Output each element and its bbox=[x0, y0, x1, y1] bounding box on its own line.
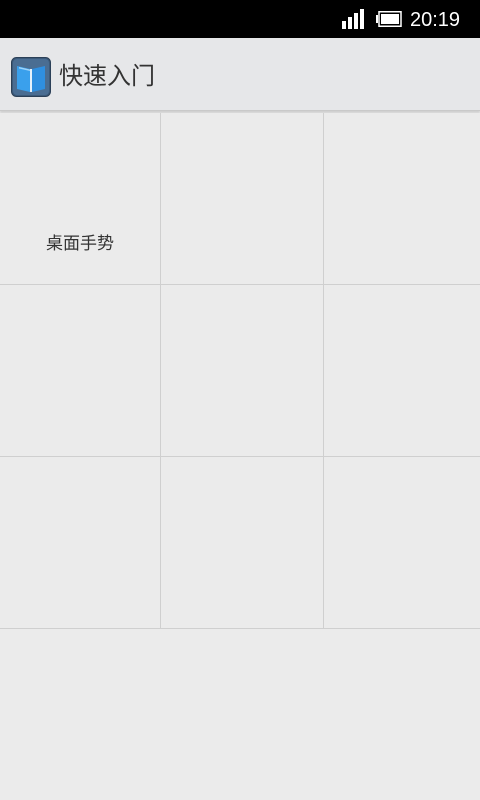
status-bar: 20:19 bbox=[0, 0, 480, 38]
grid-cell[interactable] bbox=[161, 285, 323, 456]
grid-divider bbox=[323, 113, 324, 629]
grid-cell-desktop-gestures[interactable]: 桌面手势 bbox=[0, 113, 160, 284]
grid-cell[interactable] bbox=[161, 457, 323, 628]
grid-cell[interactable] bbox=[324, 457, 480, 628]
quick-start-grid: 桌面手势 bbox=[0, 113, 480, 629]
grid-divider bbox=[0, 628, 480, 629]
signal-bars-icon bbox=[342, 9, 364, 29]
status-clock: 20:19 bbox=[410, 9, 461, 31]
grid-cell[interactable] bbox=[324, 285, 480, 456]
page-title: 快速入门 bbox=[59, 62, 155, 90]
action-bar: 快速入门 bbox=[0, 38, 480, 111]
grid-divider bbox=[0, 456, 480, 457]
grid-cell[interactable] bbox=[0, 285, 160, 456]
book-icon[interactable] bbox=[11, 57, 51, 97]
grid-cell-label: 桌面手势 bbox=[46, 234, 114, 254]
battery-icon bbox=[376, 11, 402, 27]
grid-cell[interactable] bbox=[324, 113, 480, 284]
grid-cell[interactable] bbox=[161, 113, 323, 284]
grid-divider bbox=[0, 284, 480, 285]
grid-cell[interactable] bbox=[0, 457, 160, 628]
grid-divider bbox=[160, 113, 161, 629]
